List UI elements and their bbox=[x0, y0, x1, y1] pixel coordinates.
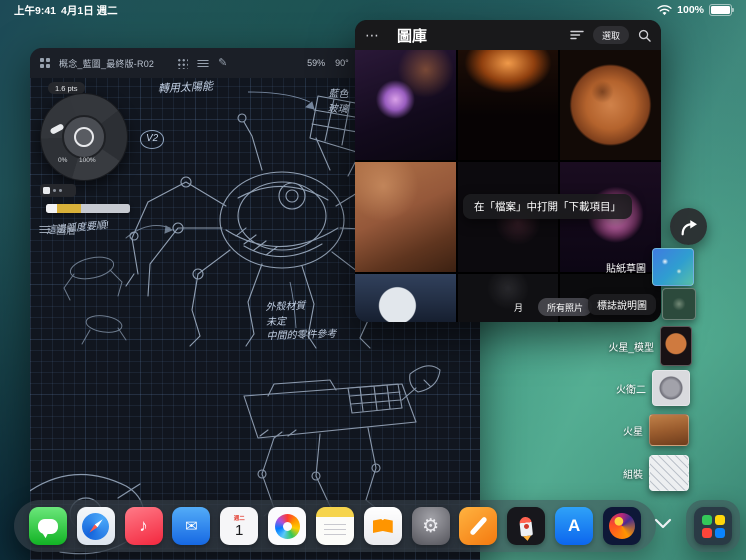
download-item[interactable]: 貼紙草圖 bbox=[606, 248, 694, 286]
wifi-icon bbox=[657, 4, 672, 15]
compass-icon bbox=[82, 512, 110, 540]
download-item[interactable]: 火衛二 bbox=[616, 370, 690, 406]
snap-grid-icon[interactable] bbox=[177, 57, 189, 69]
dock-icon-rocket[interactable] bbox=[507, 507, 546, 545]
filter-icon[interactable] bbox=[570, 30, 584, 40]
dock-icon-settings[interactable]: ⚙ bbox=[411, 507, 450, 545]
chat-bubble-icon bbox=[37, 518, 58, 534]
open-book-icon bbox=[372, 519, 393, 533]
canvas-note-solar: 轉用太陽能 bbox=[157, 80, 214, 96]
dock-icon-mail[interactable]: ✉ bbox=[172, 507, 211, 545]
dock-icon-photos[interactable] bbox=[268, 507, 307, 545]
dock-icon-app-library[interactable] bbox=[694, 507, 732, 545]
chevron-down-icon bbox=[654, 518, 672, 529]
opacity-max-label: 100% bbox=[79, 157, 96, 164]
color-swatch-bar[interactable] bbox=[46, 204, 130, 213]
dock-icon-notes[interactable] bbox=[315, 507, 354, 545]
app-menu-icon[interactable] bbox=[40, 58, 50, 68]
download-item-label: 火衛二 bbox=[616, 384, 646, 396]
dock-icon-messages[interactable] bbox=[28, 507, 67, 545]
select-button[interactable]: 選取 bbox=[592, 26, 629, 44]
download-item[interactable]: 火星_模型 bbox=[608, 326, 692, 366]
photo-thumbnail-mars[interactable] bbox=[560, 50, 661, 160]
status-bar: 上午9:41 4月1日 週二 100% bbox=[0, 0, 746, 20]
layers-label: 圖層 bbox=[56, 226, 76, 237]
dock-icon-music[interactable]: ♪ bbox=[124, 507, 163, 545]
tab-all-photos[interactable]: 所有照片 bbox=[538, 298, 593, 316]
pen-icon[interactable]: ✎ bbox=[218, 57, 227, 69]
mars-model-thumbnail[interactable] bbox=[660, 326, 692, 366]
deimos-thumbnail[interactable] bbox=[652, 370, 690, 406]
search-icon[interactable] bbox=[638, 29, 651, 42]
dock-icon-sketch[interactable] bbox=[459, 507, 498, 545]
rotation-value[interactable]: 90° bbox=[335, 58, 349, 68]
hide-dock-chevron[interactable] bbox=[654, 516, 672, 534]
dock-icon-app-store[interactable]: A bbox=[555, 507, 594, 545]
brush-preview bbox=[49, 123, 65, 135]
list-icon[interactable] bbox=[197, 59, 209, 68]
document-title[interactable]: 概念_藍圖_最終版-R02 bbox=[59, 57, 154, 70]
layers-icon bbox=[39, 225, 51, 234]
app-store-a-icon: A bbox=[567, 516, 581, 535]
music-note-icon: ♪ bbox=[139, 516, 148, 535]
calendar-weekday: 週二 bbox=[233, 516, 245, 522]
download-item[interactable]: 火星 bbox=[623, 414, 689, 446]
status-date: 4月1日 週二 bbox=[61, 4, 118, 17]
share-arrow-button[interactable] bbox=[670, 208, 707, 245]
dock: ♪ ✉ 週二 1 ⚙ A bbox=[14, 500, 656, 552]
photo-thumbnail-volcano[interactable] bbox=[457, 50, 559, 160]
download-item-label: 組裝 bbox=[623, 469, 643, 481]
gear-icon: ⚙ bbox=[422, 515, 440, 537]
calendar-day: 1 bbox=[235, 522, 244, 539]
status-time-date: 上午9:41 4月1日 週二 bbox=[14, 3, 118, 18]
dock-icon-calendar[interactable]: 週二 1 bbox=[220, 507, 259, 545]
canvas-note-material: 外殼材質 未定 中間的零件參考 bbox=[265, 300, 337, 343]
tool-wheel[interactable]: 0% 100% bbox=[40, 93, 128, 181]
download-item-label: 火星_模型 bbox=[608, 342, 654, 354]
zoom-level[interactable]: 59% bbox=[307, 58, 325, 68]
mars-surface-thumbnail[interactable] bbox=[649, 414, 689, 446]
photos-segmented-control: 月 所有照片 bbox=[505, 298, 593, 316]
more-button[interactable]: ⋯ bbox=[365, 28, 379, 42]
download-item-label: 火星 bbox=[623, 426, 643, 438]
layers-button[interactable]: 圖層 bbox=[39, 222, 76, 237]
forward-arrow-icon bbox=[681, 219, 697, 235]
envelope-icon: ✉ bbox=[185, 518, 198, 535]
tab-months[interactable]: 月 bbox=[505, 298, 532, 316]
dock-icon-browser[interactable] bbox=[602, 507, 641, 545]
sticker-sketch-thumbnail[interactable] bbox=[652, 248, 694, 286]
download-item-label: 貼紙草圖 bbox=[606, 263, 646, 275]
photo-thumbnail-desert[interactable] bbox=[355, 162, 456, 272]
photo-thumbnail-nebula[interactable] bbox=[355, 50, 456, 160]
dock-icon-safari[interactable] bbox=[76, 507, 115, 545]
dock-icon-books[interactable] bbox=[363, 507, 402, 545]
logo-diagram-thumbnail[interactable] bbox=[662, 288, 696, 320]
opacity-min-label: 0% bbox=[58, 157, 68, 164]
rocket-icon bbox=[519, 515, 534, 537]
swatch-mini-toolbar[interactable] bbox=[40, 184, 76, 197]
canvas-note-version: V2 bbox=[140, 130, 165, 149]
fox-swirl-icon bbox=[608, 513, 635, 539]
photo-thumbnail-observatory[interactable] bbox=[355, 274, 456, 322]
photos-title: 圖庫 bbox=[397, 27, 428, 45]
app-library-icon bbox=[701, 514, 725, 538]
download-item-label: 標誌說明圖 bbox=[588, 293, 656, 315]
photos-header: ⋯ 圖庫 選取 bbox=[355, 20, 661, 50]
ipad-screen: 上午9:41 4月1日 週二 100% 概念_藍圖_最終版-R02 ✎ 59% … bbox=[0, 0, 746, 560]
download-item[interactable]: 標誌說明圖 bbox=[588, 288, 696, 320]
status-time: 上午9:41 bbox=[14, 4, 57, 17]
canvas-note-glass: 藍色 玻璃 bbox=[327, 88, 349, 115]
dock-recent-section bbox=[686, 500, 740, 552]
download-item[interactable]: 組裝 bbox=[623, 455, 689, 491]
battery-icon bbox=[709, 4, 734, 16]
assembly-sketch-thumbnail[interactable] bbox=[649, 455, 689, 491]
battery-percent: 100% bbox=[677, 4, 704, 16]
flower-icon bbox=[274, 513, 300, 539]
pencil-icon bbox=[469, 516, 488, 536]
open-in-files-banner[interactable]: 在「檔案」中打開「下載項目」 bbox=[463, 194, 632, 219]
